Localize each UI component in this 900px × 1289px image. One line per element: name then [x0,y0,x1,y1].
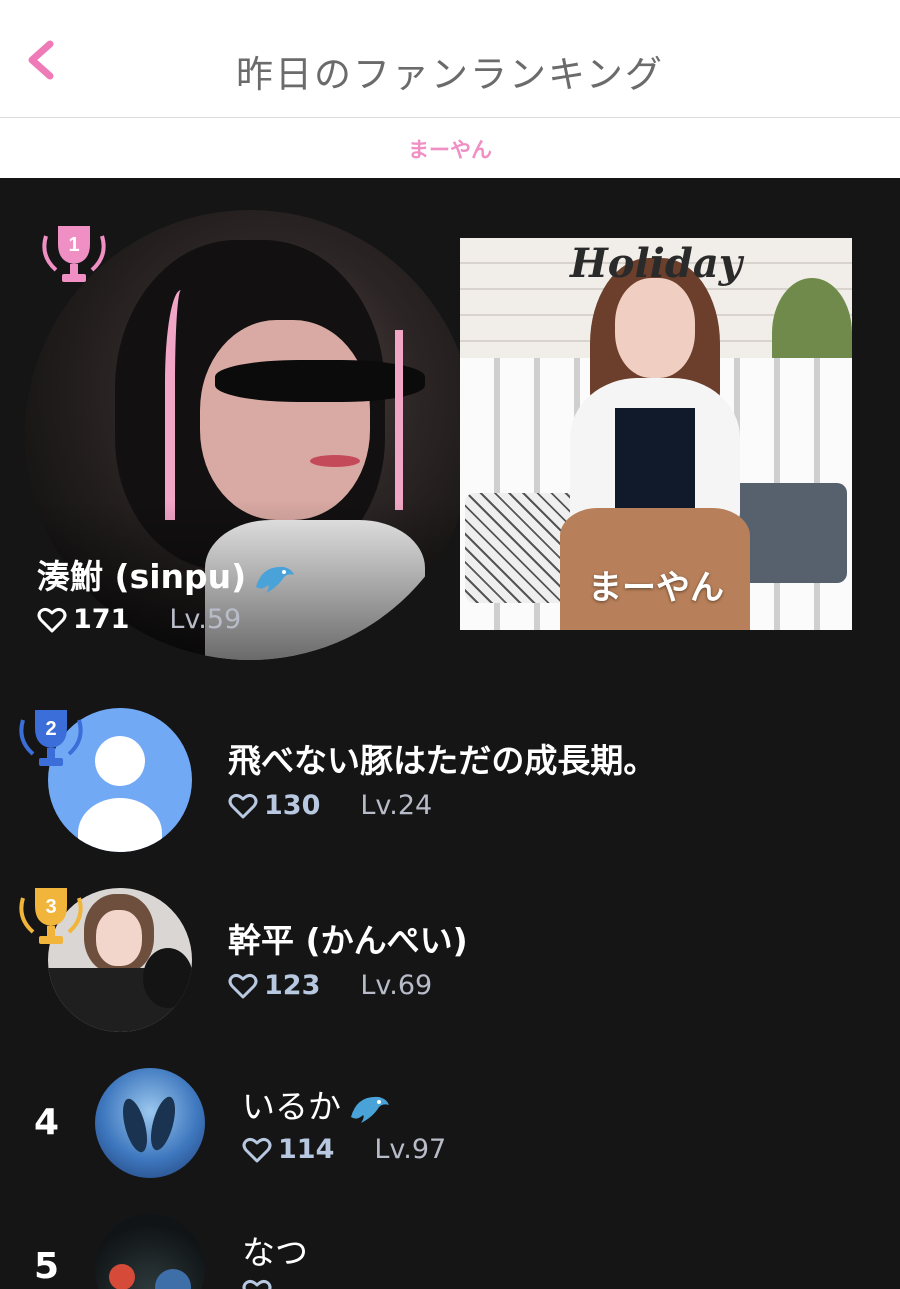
rank-3-level: Lv.69 [360,970,433,1001]
rank-5-number: 5 [34,1246,60,1287]
app-header: 昨日のファンランキング [0,0,900,118]
heart-icon [228,973,258,998]
rank-4-number: 4 [34,1102,60,1143]
heart-icon [228,793,258,818]
rank-2-stats: 130 Lv.24 [228,790,432,821]
rank-4-name[interactable]: いるか [242,1080,391,1131]
heart-icon [37,607,67,632]
streamer-subtitle: まーやん [408,138,492,162]
rank-4-stats: 114 Lv.97 [242,1134,446,1165]
trophy-silver-rank-2-icon: 2 [19,710,83,766]
rank-3-name[interactable]: 幹平 (かんぺい) [228,914,468,962]
svg-text:1: 1 [68,234,79,256]
rank-3-heart-count: 123 [264,970,321,1001]
svg-text:3: 3 [45,896,56,918]
rank-1-level: Lv.59 [169,604,242,635]
trophy-bronze-rank-3-icon: 3 [19,888,83,944]
heart-icon [242,1137,272,1162]
rank-1-name[interactable]: 湊鮒 (sinpu) [37,550,296,601]
rank-2-level: Lv.24 [360,790,433,821]
dolphin-icon [256,566,295,593]
rank-4-heart-count: 114 [278,1134,335,1165]
rank-2-heart-count: 130 [264,790,321,821]
ranking-content: 1 湊鮒 (sinpu) 171 Lv.59 Holiday まーやん 2 飛べ… [0,178,900,1289]
heart-icon [242,1279,272,1289]
photo-sign: Holiday [570,240,742,287]
dolphin-icon [351,1096,389,1123]
rank-1-heart-count: 171 [73,604,130,635]
streamer-name: まーやん [588,568,724,608]
rank-2-name[interactable]: 飛べない豚はただの成長期。 [228,734,656,782]
rank-5-stats [242,1278,278,1289]
rank-5-avatar[interactable] [95,1214,205,1289]
rank-4-level: Lv.97 [374,1134,447,1165]
svg-text:2: 2 [45,718,56,740]
rank-5-name[interactable]: なつ [242,1226,308,1274]
rank-3-stats: 123 Lv.69 [228,970,432,1001]
page-title: 昨日のファンランキング [236,53,664,96]
rank-1-stats: 171 Lv.59 [37,604,241,635]
trophy-gold-rank-1-icon: 1 [42,226,106,282]
streamer-subtitle-bar: まーやん [0,118,900,178]
rank-4-avatar[interactable] [95,1068,205,1178]
